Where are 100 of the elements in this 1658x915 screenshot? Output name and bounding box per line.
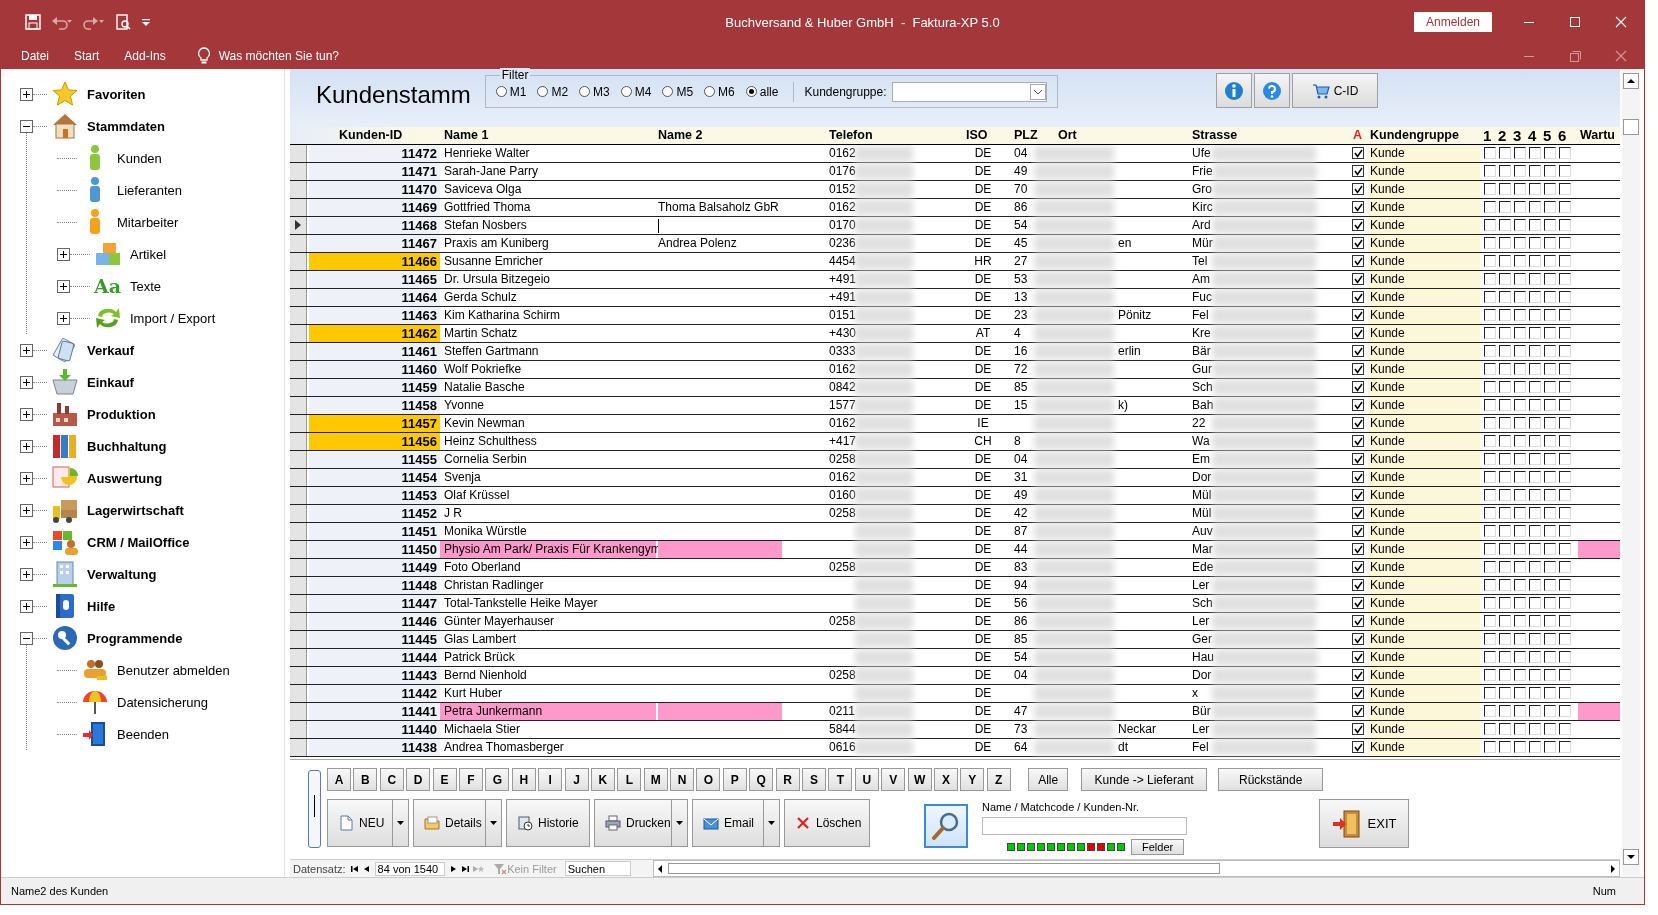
checkbox[interactable] [1559, 705, 1571, 718]
checkbox[interactable] [1352, 201, 1364, 214]
checkbox[interactable] [1529, 579, 1541, 592]
checkbox[interactable] [1484, 507, 1496, 520]
record-position-field[interactable]: 84 von 1540 [374, 861, 446, 876]
checkbox[interactable] [1484, 291, 1496, 304]
checkbox[interactable] [1514, 507, 1526, 520]
checkbox[interactable] [1352, 345, 1364, 358]
redo-icon[interactable] [83, 14, 105, 30]
checkbox[interactable] [1484, 651, 1496, 664]
checkbox[interactable] [1352, 597, 1364, 610]
checkbox[interactable] [1529, 201, 1541, 214]
checkbox[interactable] [1559, 435, 1571, 448]
checkbox[interactable] [1529, 327, 1541, 340]
checkbox[interactable] [1544, 597, 1556, 610]
checkbox[interactable] [1352, 705, 1364, 718]
checkbox[interactable] [1484, 687, 1496, 700]
checkbox[interactable] [1514, 309, 1526, 322]
checkbox[interactable] [1484, 165, 1496, 178]
checkbox[interactable] [1514, 345, 1526, 358]
checkbox[interactable] [1499, 633, 1511, 646]
checkbox[interactable] [1352, 741, 1364, 754]
checkbox[interactable] [1499, 723, 1511, 736]
letter-button[interactable]: V [881, 768, 906, 792]
column-header[interactable]: 3 [1513, 126, 1528, 144]
checkbox[interactable] [1484, 489, 1496, 502]
exit-button[interactable]: EXIT [1319, 799, 1409, 849]
login-button[interactable]: Anmelden [1413, 12, 1492, 32]
letter-button[interactable]: P [722, 768, 747, 792]
checkbox[interactable] [1544, 615, 1556, 628]
checkbox[interactable] [1484, 579, 1496, 592]
letter-button[interactable]: C [379, 768, 404, 792]
checkbox[interactable] [1559, 309, 1571, 322]
checkbox[interactable] [1514, 273, 1526, 286]
checkbox[interactable] [1514, 615, 1526, 628]
checkbox[interactable] [1559, 597, 1571, 610]
checkbox[interactable] [1499, 381, 1511, 394]
checkbox[interactable] [1544, 687, 1556, 700]
checkbox[interactable] [1559, 363, 1571, 376]
checkbox[interactable] [1544, 669, 1556, 682]
checkbox[interactable] [1499, 219, 1511, 232]
column-header[interactable]: 1 [1483, 126, 1498, 144]
checkbox[interactable] [1484, 147, 1496, 160]
checkbox[interactable] [1544, 507, 1556, 520]
checkbox[interactable] [1499, 507, 1511, 520]
checkbox[interactable] [1499, 237, 1511, 250]
checkbox[interactable] [1484, 543, 1496, 556]
radio-button[interactable] [579, 86, 591, 97]
checkbox[interactable] [1352, 381, 1364, 394]
checkbox[interactable] [1544, 561, 1556, 574]
checkbox[interactable] [1514, 561, 1526, 574]
menu-item[interactable]: Datei [21, 49, 49, 63]
checkbox[interactable] [1499, 435, 1511, 448]
checkbox[interactable] [1514, 453, 1526, 466]
checkbox[interactable] [1559, 291, 1571, 304]
checkbox[interactable] [1514, 327, 1526, 340]
letter-button[interactable]: L [617, 768, 642, 792]
checkbox[interactable] [1514, 687, 1526, 700]
save-icon[interactable] [25, 14, 41, 30]
checkbox[interactable] [1484, 255, 1496, 268]
checkbox[interactable] [1484, 183, 1496, 196]
checkbox[interactable] [1529, 633, 1541, 646]
expand-button[interactable] [20, 567, 33, 581]
checkbox[interactable] [1559, 525, 1571, 538]
checkbox[interactable] [1544, 147, 1556, 160]
checkbox[interactable] [1544, 543, 1556, 556]
tree-item[interactable]: Auswertung [87, 470, 163, 486]
checkbox[interactable] [1499, 543, 1511, 556]
checkbox[interactable] [1499, 345, 1511, 358]
checkbox[interactable] [1529, 507, 1541, 520]
letter-button[interactable]: R [775, 768, 800, 792]
expand-button[interactable] [20, 599, 33, 613]
letter-button[interactable]: O [696, 768, 721, 792]
checkbox[interactable] [1352, 543, 1364, 556]
checkbox[interactable] [1484, 327, 1496, 340]
checkbox[interactable] [1544, 399, 1556, 412]
column-header[interactable]: PLZ [998, 128, 1040, 143]
expand-button[interactable] [57, 279, 70, 293]
checkbox[interactable] [1559, 219, 1571, 232]
checkbox[interactable] [1352, 669, 1364, 682]
checkbox[interactable] [1499, 741, 1511, 754]
checkbox[interactable] [1529, 741, 1541, 754]
action-button[interactable]: Historie [506, 799, 590, 848]
checkbox[interactable] [1499, 453, 1511, 466]
tree-item[interactable]: CRM / MailOffice [87, 534, 190, 550]
column-header[interactable]: 2 [1498, 126, 1513, 144]
expand-button[interactable] [20, 503, 33, 517]
checkbox[interactable] [1514, 597, 1526, 610]
checkbox[interactable] [1514, 669, 1526, 682]
checkbox[interactable] [1514, 579, 1526, 592]
checkbox[interactable] [1352, 435, 1364, 448]
tree-item[interactable]: Programmende [87, 630, 183, 646]
checkbox[interactable] [1514, 471, 1526, 484]
checkbox[interactable] [1484, 237, 1496, 250]
checkbox[interactable] [1352, 489, 1364, 502]
letter-button[interactable]: A [327, 768, 351, 792]
letter-button[interactable]: W [907, 768, 932, 792]
checkbox[interactable] [1484, 723, 1496, 736]
letter-button[interactable]: F [458, 768, 483, 792]
checkbox[interactable] [1529, 453, 1541, 466]
